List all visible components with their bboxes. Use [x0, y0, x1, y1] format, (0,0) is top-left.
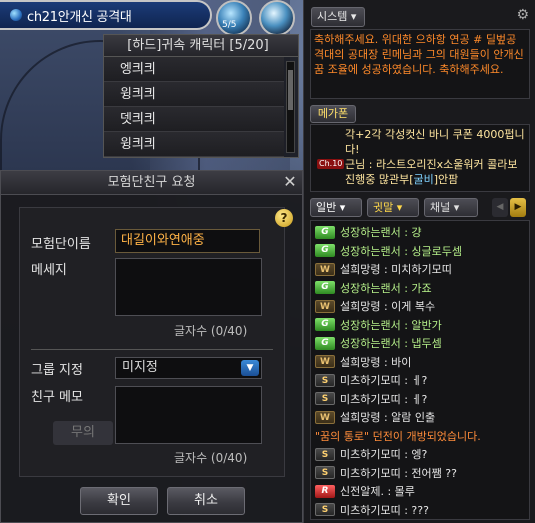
adventurer-name-label: 모험단이름: [31, 237, 91, 252]
chat-line-text: 성장하는랜서 : 가죠: [340, 281, 432, 295]
friend-memo-textarea[interactable]: [115, 386, 262, 444]
scrollbar-thumb[interactable]: [288, 70, 293, 110]
chat-channel-badge-icon: W: [315, 355, 335, 369]
megaphone-tab[interactable]: 메가폰: [310, 105, 356, 123]
dialog-title[interactable]: 모험단친구 요청: [1, 171, 302, 195]
character-list-item[interactable]: 뎃킈킈: [104, 107, 284, 132]
chat-line: S 미츠하기모띠 : 엥?: [311, 445, 529, 464]
tab-whisper[interactable]: 귓말 ▾: [367, 198, 419, 217]
chat-line-text: 설희망령 : 이게 복수: [340, 300, 436, 314]
background-ghost-button: 무의: [53, 421, 113, 445]
megaphone-message-box: 각+2각 각성컷신 바니 쿠폰 4000펍니다! Ch.10 근님 : 라스트오…: [310, 124, 530, 192]
chat-channel-badge-icon: S: [315, 466, 335, 480]
character-list-scrollbar[interactable]: [286, 61, 295, 153]
character-list-item[interactable]: 윙킈킈: [104, 132, 284, 157]
globe-icon: [10, 9, 22, 21]
chat-channel-badge-icon: R: [315, 484, 335, 498]
group-label: 그룹 지정: [31, 363, 83, 378]
system-message-box: 축하해주세요. 위대한 으하항 연공 # 딜벞공격대의 공대장 린메님과 그의 …: [310, 29, 530, 99]
adventurer-name-input[interactable]: 대길이와연애중: [115, 229, 260, 253]
chat-channel-badge-icon: G: [315, 281, 335, 295]
message-textarea[interactable]: [115, 258, 262, 316]
chat-line-text: 미츠하기모띠 : 엥?: [340, 448, 428, 462]
chat-line-text: 미츠하기모띠 : ㅔ?: [340, 374, 428, 388]
chat-line-text: 설희망령 : 미치하기모띠: [340, 263, 452, 277]
megaphone-highlight: 굴비: [413, 173, 434, 186]
cancel-button[interactable]: 취소: [167, 487, 245, 515]
tab-channel[interactable]: 채널 ▾: [424, 198, 478, 217]
chat-line: W 설희망령 : 미치하기모띠: [311, 260, 529, 279]
chat-channel-badge-icon: W: [315, 262, 335, 276]
close-icon[interactable]: ✕: [280, 172, 300, 192]
chat-channel-badge-icon: W: [315, 299, 335, 313]
chat-channel-badge-icon: G: [315, 318, 335, 332]
megaphone-line: Ch.10 근님 : 라스트오리진x소울워커 콜라보 진행중 많관부[굴비]안팜: [315, 157, 525, 187]
chat-channel-badge-icon: G: [315, 244, 335, 258]
chat-line-text: 설희망령 : 알람 인출: [340, 411, 436, 425]
chat-tab-bar: 일반 ▾ 귓말 ▾ 채널 ▾ ◀ ▶: [310, 198, 530, 218]
megaphone-line: 각+2각 각성컷신 바니 쿠폰 4000펍니다!: [345, 128, 525, 156]
chevron-left-icon[interactable]: ◀: [492, 198, 508, 217]
group-select-dropdown[interactable]: 미지정 ▼: [115, 357, 262, 379]
chat-line-text: 미츠하기모띠 : 전어쨈 ??: [340, 466, 457, 480]
chat-line: W 설희망령 : 알람 인출: [311, 408, 529, 427]
memo-char-counter: 글자수 (0/40): [174, 451, 248, 465]
chat-channel-badge-icon: S: [315, 447, 335, 461]
chat-line-text: 성장하는랜서 : 걍: [340, 226, 422, 240]
chat-line-text: 성장하는랜서 : 알반가: [340, 318, 442, 332]
orb-count-label: 5/5: [222, 20, 237, 30]
chat-line: W 설희망령 : 바이: [311, 353, 529, 372]
chat-line-text: 성장하는랜서 : 싱글로두셈: [340, 244, 463, 258]
chat-line-text: 신전알제. : 몰루: [340, 485, 415, 499]
channel-name: ch21안개신 공격대: [27, 9, 132, 25]
chat-line-text: 미츠하기모띠 : ???: [340, 503, 429, 517]
chat-line-text: 미츠하기모띠 : ㅔ?: [340, 392, 428, 406]
chevron-down-icon[interactable]: ▼: [241, 360, 259, 376]
chat-line: W 설희망령 : 이게 복수: [311, 297, 529, 316]
message-char-counter: 글자수 (0/40): [174, 324, 248, 338]
confirm-button[interactable]: 확인: [80, 487, 158, 515]
chat-line: S 미츠하기모띠 : ㅔ?: [311, 371, 529, 390]
chevron-right-icon[interactable]: ▶: [510, 198, 526, 217]
bound-character-list: [하드]귀속 캐릭터 [5/20] 엥킈킈 윙킈킈 뎃킈킈 윙킈킈: [103, 34, 299, 158]
channel-level-badge: Ch.10: [317, 159, 345, 169]
chat-line-text: 성장하는랜서 : 냅두셈: [340, 337, 442, 351]
chat-log[interactable]: G 성장하는랜서 : 걍 G 성장하는랜서 : 싱글로두셈 W 설희망령 : 미치하기모띠…: [310, 220, 530, 520]
chat-channel-badge-icon: G: [315, 336, 335, 350]
chat-channel-badge-icon: W: [315, 410, 335, 424]
chat-line-text: "꿈의 통로" 던전이 개방되었습니다.: [315, 429, 481, 443]
megaphone-text-end: ]안팜: [433, 173, 459, 186]
character-list-item[interactable]: 윙킈킈: [104, 82, 284, 107]
world-map-orb-button[interactable]: [259, 0, 295, 36]
chat-channel-badge-icon: G: [315, 225, 335, 239]
character-list-title: [하드]귀속 캐릭터 [5/20]: [104, 35, 298, 57]
chat-channel-badge-icon: S: [315, 392, 335, 406]
tab-general[interactable]: 일반 ▾: [310, 198, 362, 217]
section-divider: [31, 349, 273, 350]
chat-line: S 미츠하기모띠 : ㅔ?: [311, 390, 529, 409]
friend-memo-label: 친구 메모: [31, 390, 83, 405]
gear-icon[interactable]: ⚙: [516, 7, 529, 23]
chat-channel-badge-icon: S: [315, 373, 335, 387]
chat-line: G 성장하는랜서 : 냅두셈: [311, 334, 529, 353]
chat-line: S 미츠하기모띠 : 전어쨈 ??: [311, 464, 529, 483]
chat-line: "꿈의 통로" 던전이 개방되었습니다.: [311, 427, 529, 446]
minimap-orb-button[interactable]: [216, 0, 252, 36]
chat-line: R 신전알제. : 몰루: [311, 482, 529, 501]
chat-channel-badge-icon: S: [315, 503, 335, 517]
chat-line: G 성장하는랜서 : 알반가: [311, 316, 529, 335]
chat-line: G 성장하는랜서 : 싱글로두셈: [311, 242, 529, 261]
system-tab[interactable]: 시스템 ▾: [311, 7, 365, 27]
character-list-item[interactable]: 엥킈킈: [104, 57, 284, 82]
chat-panel: 시스템 ▾ ⚙ 축하해주세요. 위대한 으하항 연공 # 딜벞공격대의 공대장 …: [303, 0, 535, 523]
chat-line: G 성장하는랜서 : 걍: [311, 223, 529, 242]
message-label: 메세지: [31, 263, 67, 278]
chat-line-text: 설희망령 : 바이: [340, 355, 412, 369]
chat-line: S 미츠하기모띠 : ???: [311, 501, 529, 520]
adventurer-friend-request-dialog: 모험단친구 요청 ✕ ? 모험단이름 대길이와연애중 메세지 글자수 (0/40…: [0, 170, 303, 523]
channel-bar[interactable]: ch21안개신 공격대: [0, 0, 212, 30]
help-icon[interactable]: ?: [275, 209, 293, 227]
group-selected-value: 미지정: [122, 360, 158, 375]
chat-line: G 성장하는랜서 : 가죠: [311, 279, 529, 298]
